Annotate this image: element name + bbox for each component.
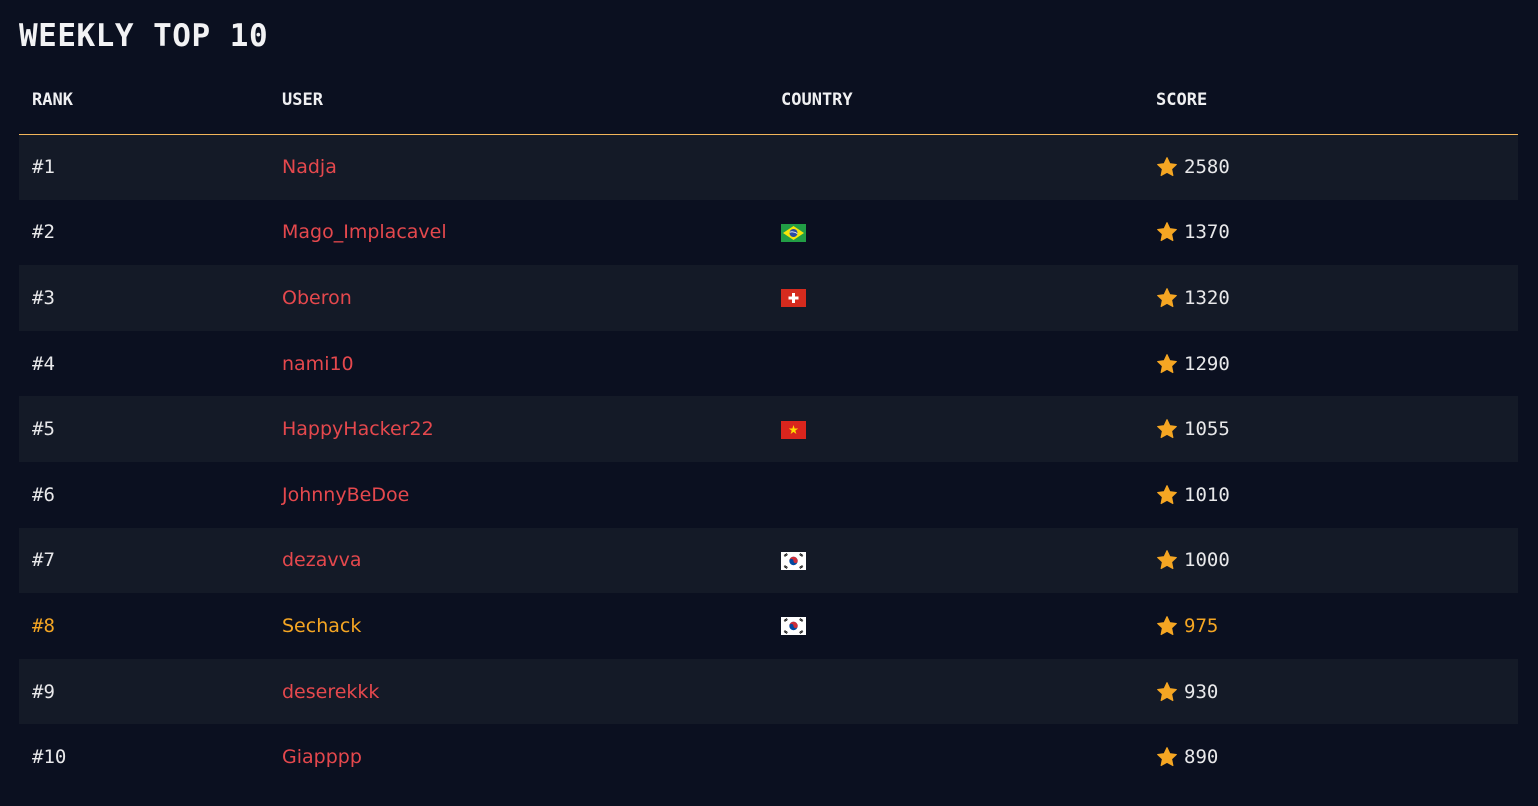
star-icon bbox=[1157, 484, 1177, 504]
score-value: 1290 bbox=[1184, 352, 1230, 375]
table-row: #6 JohnnyBeDoe 1010 bbox=[19, 461, 1518, 528]
table-row: #4 nami10 1290 bbox=[19, 330, 1518, 397]
star-icon bbox=[1157, 353, 1177, 373]
score-cell: 2580 bbox=[1156, 156, 1518, 178]
score-value: 1370 bbox=[1184, 221, 1230, 244]
user-link[interactable]: dezavva bbox=[282, 549, 362, 571]
star-icon bbox=[1157, 288, 1177, 308]
score-value: 975 bbox=[1184, 614, 1219, 637]
score-cell: 1010 bbox=[1156, 484, 1518, 506]
rank-cell: #3 bbox=[32, 286, 55, 309]
country-cell bbox=[781, 287, 806, 309]
star-icon bbox=[1157, 222, 1177, 242]
table-row: #1 Nadja 2580 bbox=[19, 134, 1518, 200]
user-link[interactable]: Giapppp bbox=[282, 746, 362, 768]
flag-kr-icon bbox=[781, 551, 806, 570]
table-row: #2 Mago_Implacavel 1370 bbox=[19, 199, 1518, 266]
user-link[interactable]: Oberon bbox=[282, 287, 352, 309]
score-cell: 890 bbox=[1156, 746, 1518, 768]
country-cell bbox=[781, 549, 806, 571]
score-cell: 1370 bbox=[1156, 221, 1518, 243]
user-link[interactable]: HappyHacker22 bbox=[282, 418, 434, 440]
score-value: 930 bbox=[1184, 680, 1219, 703]
score-value: 1010 bbox=[1184, 483, 1230, 506]
score-value: 2580 bbox=[1184, 156, 1230, 179]
star-icon bbox=[1157, 419, 1177, 439]
user-link[interactable]: JohnnyBeDoe bbox=[282, 484, 409, 506]
rank-cell: #5 bbox=[32, 418, 55, 441]
flag-kr-icon bbox=[781, 617, 806, 636]
star-icon bbox=[1157, 616, 1177, 636]
score-cell: 930 bbox=[1156, 681, 1518, 703]
leaderboard-table: RANK USER COUNTRY SCORE #1 Nadja 2580 #2… bbox=[19, 67, 1518, 790]
flag-ch-icon bbox=[781, 289, 806, 308]
star-icon bbox=[1157, 747, 1177, 767]
country-cell bbox=[781, 221, 806, 243]
country-cell bbox=[781, 418, 806, 440]
column-header-rank: RANK bbox=[19, 67, 269, 135]
rank-cell: #8 bbox=[32, 614, 55, 637]
page-title: WEEKLY TOP 10 bbox=[19, 18, 269, 54]
score-cell: 1055 bbox=[1156, 418, 1518, 440]
score-value: 1320 bbox=[1184, 286, 1230, 309]
score-cell: 1000 bbox=[1156, 549, 1518, 571]
score-cell: 1290 bbox=[1156, 353, 1518, 375]
score-cell: 1320 bbox=[1156, 287, 1518, 309]
table-row: #10 Giapppp 890 bbox=[19, 724, 1518, 790]
table-header-row: RANK USER COUNTRY SCORE bbox=[19, 67, 1518, 135]
user-link[interactable]: Nadja bbox=[282, 156, 337, 178]
user-link[interactable]: nami10 bbox=[282, 353, 354, 375]
score-value: 1000 bbox=[1184, 549, 1230, 572]
star-icon bbox=[1157, 681, 1177, 701]
table-row: #9 deserekkk 930 bbox=[19, 658, 1518, 725]
flag-br-icon bbox=[781, 223, 806, 242]
star-icon bbox=[1157, 157, 1177, 177]
rank-cell: #2 bbox=[32, 221, 55, 244]
rank-cell: #6 bbox=[32, 483, 55, 506]
rank-cell: #10 bbox=[32, 746, 67, 769]
flag-vn-icon bbox=[781, 420, 806, 439]
user-link[interactable]: Mago_Implacavel bbox=[282, 221, 447, 243]
rank-cell: #4 bbox=[32, 352, 55, 375]
country-cell bbox=[781, 615, 806, 637]
table-row: #3 Oberon 1320 bbox=[19, 265, 1518, 331]
table-row: #5 HappyHacker22 1055 bbox=[19, 396, 1518, 462]
star-icon bbox=[1157, 550, 1177, 570]
column-header-score: SCORE bbox=[1143, 67, 1518, 135]
user-link[interactable]: deserekkk bbox=[282, 681, 379, 703]
rank-cell: #9 bbox=[32, 680, 55, 703]
score-cell: 975 bbox=[1156, 615, 1518, 637]
table-row: #7 dezavva 1000 bbox=[19, 527, 1518, 594]
score-value: 890 bbox=[1184, 746, 1219, 769]
column-header-user: USER bbox=[269, 67, 768, 135]
column-header-country: COUNTRY bbox=[768, 67, 1143, 135]
rank-cell: #7 bbox=[32, 549, 55, 572]
table-body: #1 Nadja 2580 #2 Mago_Implacavel 1370 #3… bbox=[19, 134, 1518, 790]
table-row: #8 Sechack 975 bbox=[19, 593, 1518, 659]
score-value: 1055 bbox=[1184, 418, 1230, 441]
rank-cell: #1 bbox=[32, 156, 55, 179]
user-link[interactable]: Sechack bbox=[282, 615, 361, 637]
